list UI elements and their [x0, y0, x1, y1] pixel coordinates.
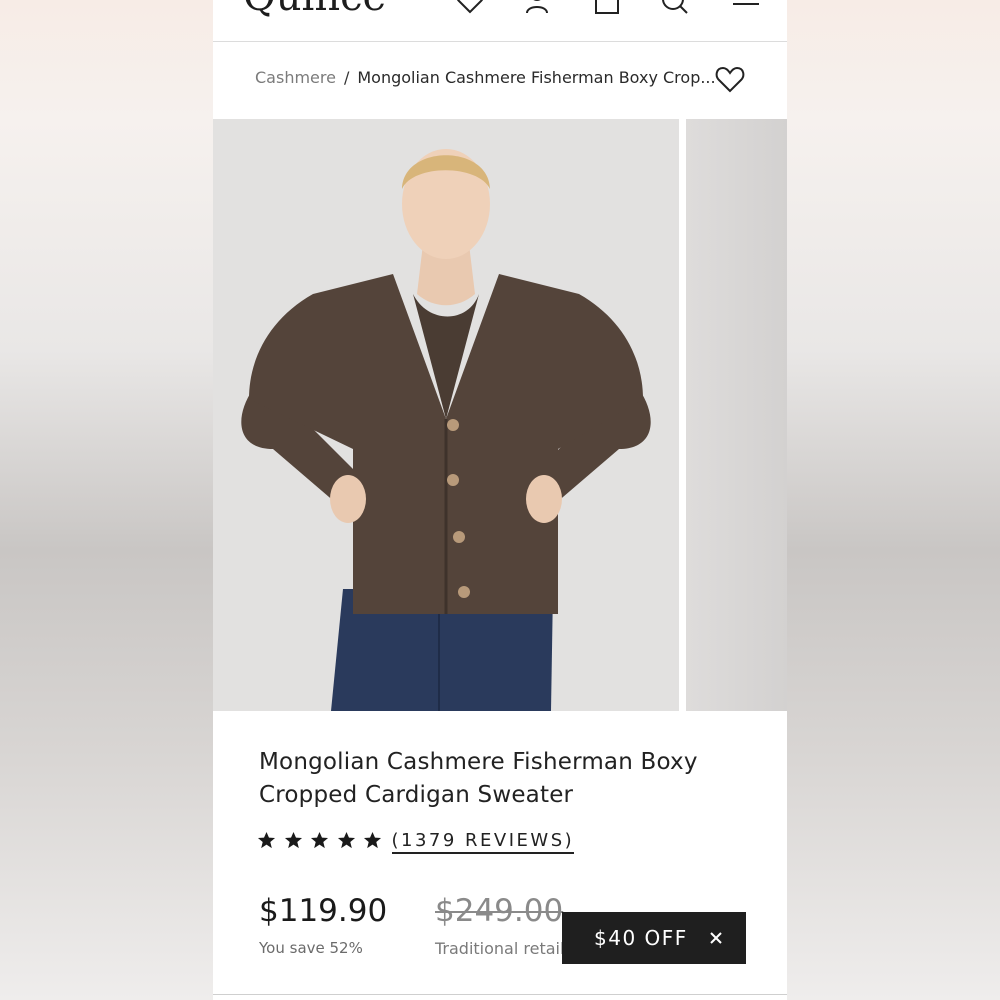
search-icon[interactable]	[660, 0, 690, 14]
star-icon	[310, 831, 329, 849]
bag-icon[interactable]	[592, 0, 622, 14]
star-icon	[363, 831, 382, 849]
product-image-main[interactable]	[213, 119, 679, 711]
promo-label[interactable]: $40 OFF	[594, 926, 688, 950]
product-image-next[interactable]	[686, 119, 787, 711]
breadcrumb-separator: /	[343, 68, 350, 87]
logo[interactable]: Quince	[243, 0, 386, 20]
product-page: Quince Cashmere / Mongolian Cashmere Fis…	[213, 0, 787, 1000]
account-icon[interactable]	[522, 0, 552, 14]
breadcrumb-current: Mongolian Cashmere Fisherman Boxy Crop..…	[357, 68, 716, 87]
reviews-link[interactable]: (1379 REVIEWS)	[391, 830, 575, 854]
divider	[213, 994, 787, 995]
sale-price: $119.90	[259, 893, 388, 929]
retail-label: Traditional retail	[435, 939, 565, 958]
site-header: Quince	[213, 0, 787, 42]
star-icon	[337, 831, 355, 849]
star-icon	[284, 831, 302, 849]
wishlist-heart-icon[interactable]	[715, 65, 745, 93]
promo-banner[interactable]: $40 OFF	[562, 912, 746, 964]
product-title: Mongolian Cashmere Fisherman Boxy Croppe…	[259, 749, 698, 808]
retail-price: $249.00	[435, 893, 564, 929]
menu-icon[interactable]	[731, 0, 761, 14]
reviews-label[interactable]: (1379 REVIEWS)	[391, 830, 575, 854]
star-icon	[257, 831, 276, 849]
savings-text: You save 52%	[259, 939, 363, 957]
close-icon[interactable]	[706, 928, 726, 948]
breadcrumb: Cashmere / Mongolian Cashmere Fisherman …	[255, 68, 716, 87]
breadcrumb-parent-link[interactable]: Cashmere	[255, 68, 336, 87]
heart-icon[interactable]	[455, 0, 485, 14]
product-rating[interactable]: (1379 REVIEWS)	[257, 830, 575, 854]
